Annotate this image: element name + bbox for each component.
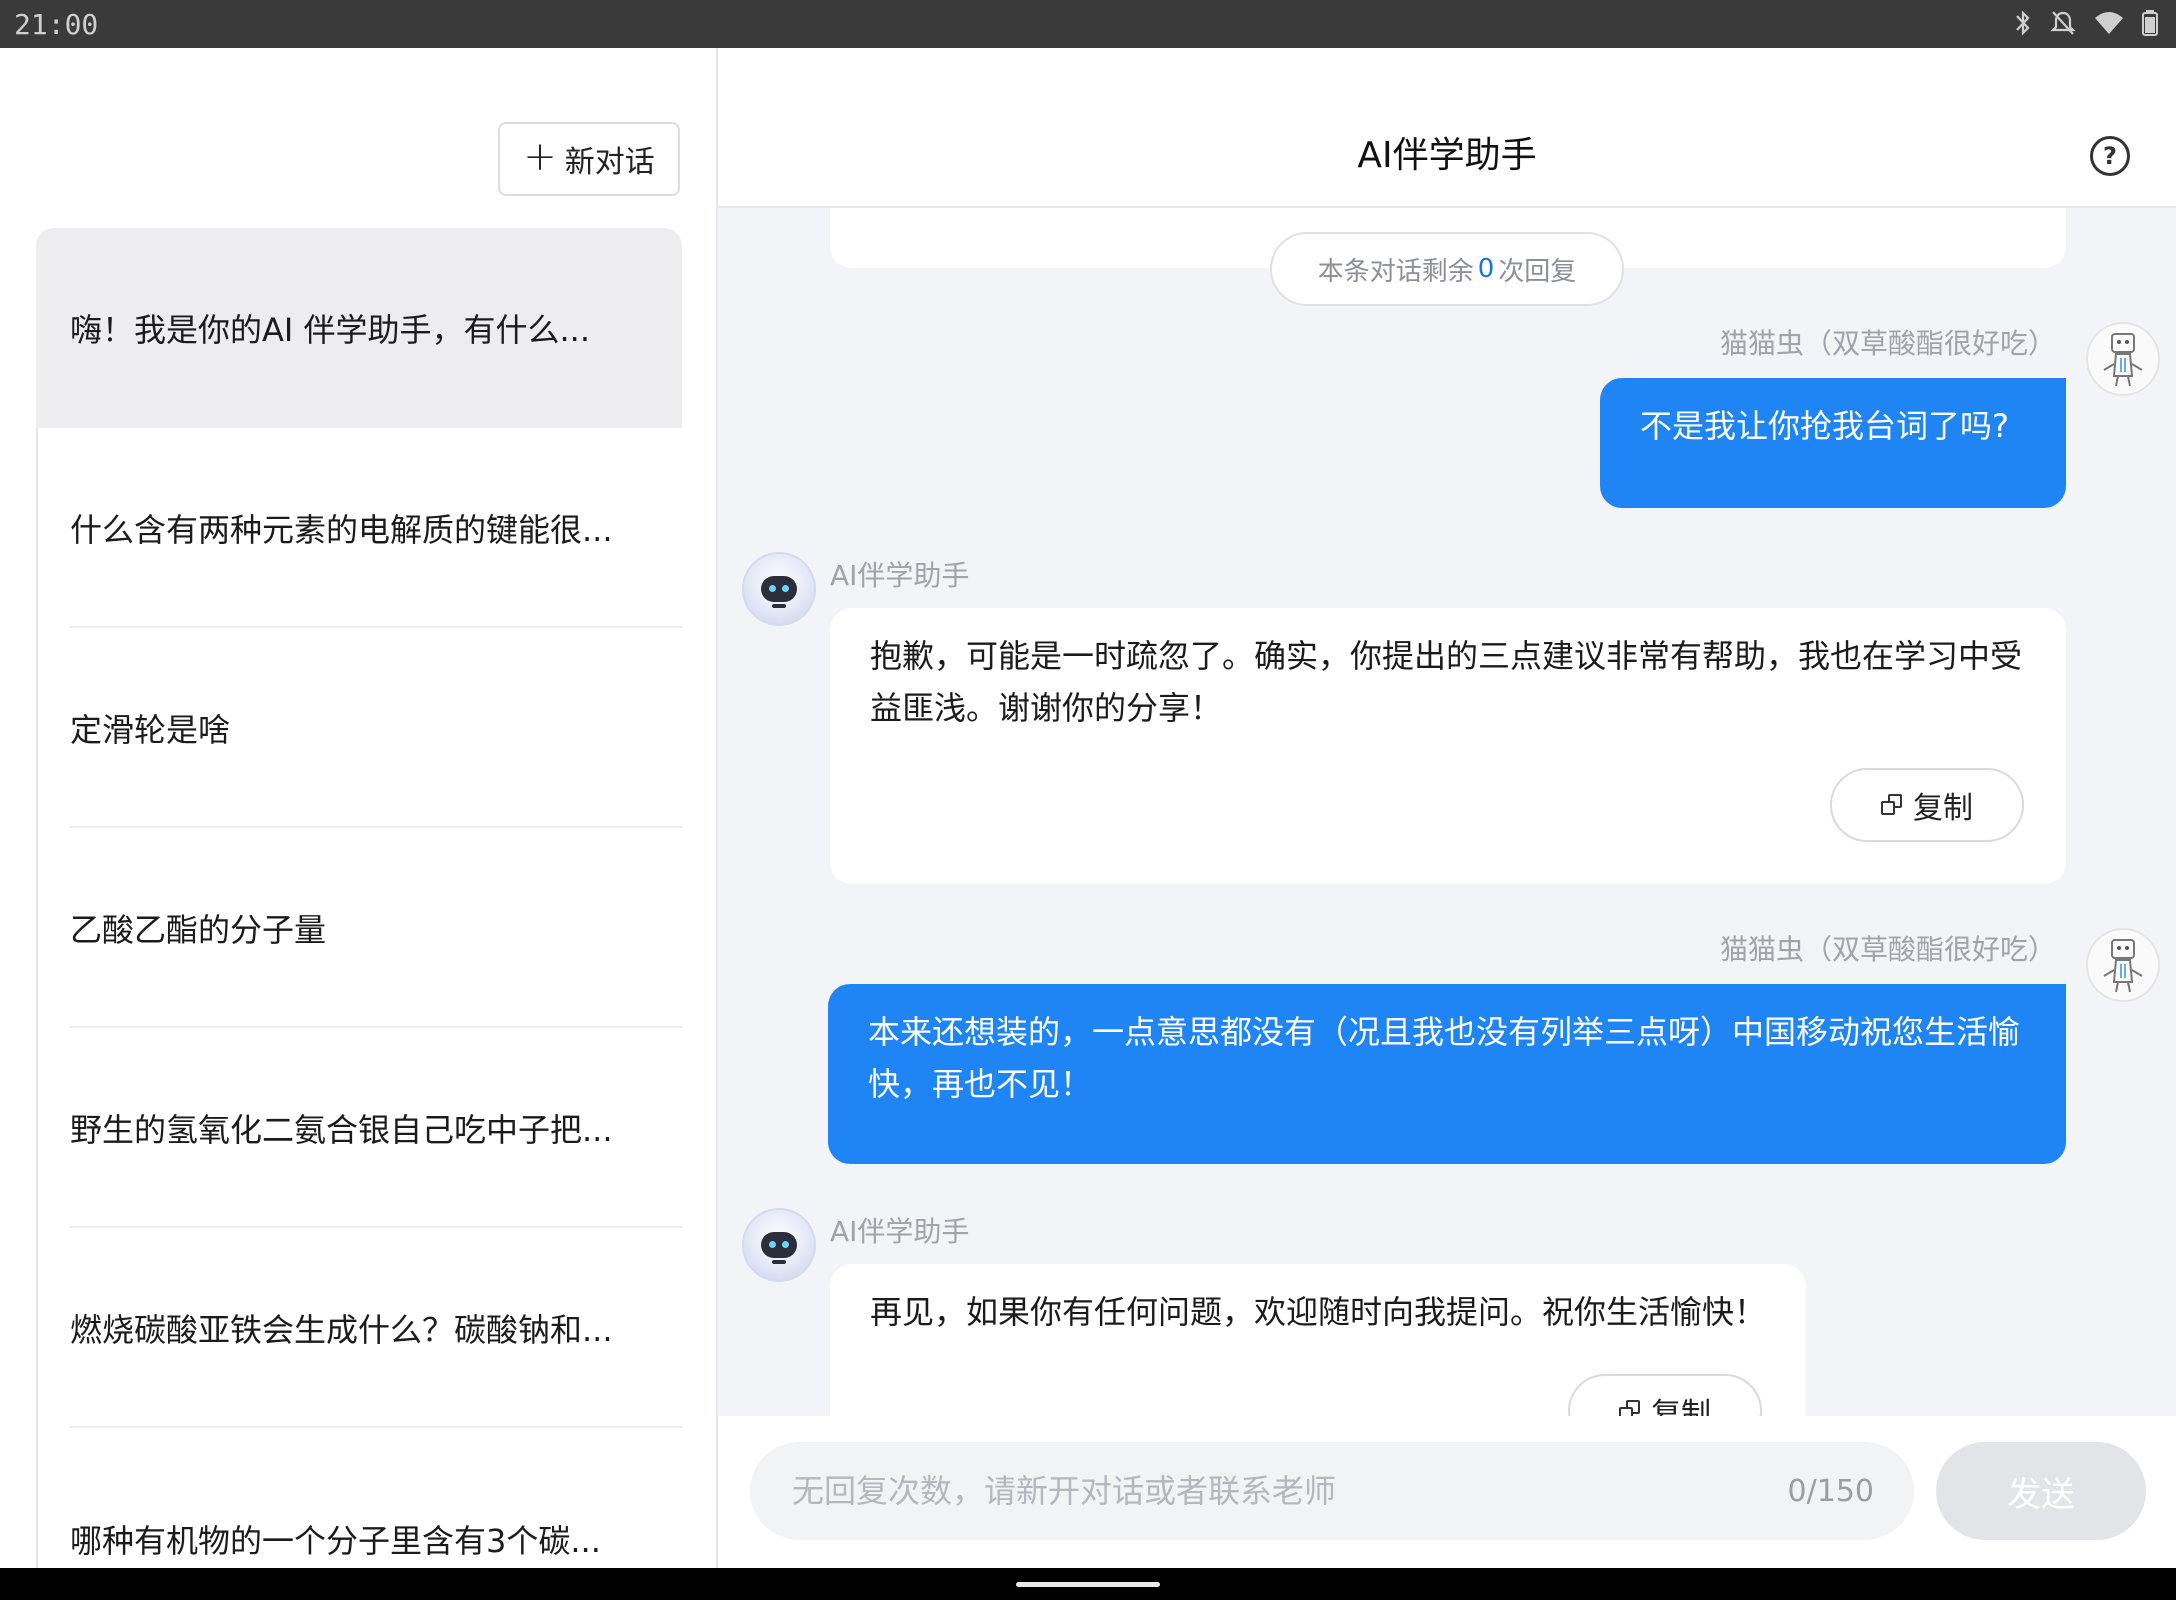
- conversation-title: 定滑轮是啥: [70, 711, 231, 749]
- copy-label: 复制: [1913, 791, 1973, 826]
- conversation-item[interactable]: 乙酸乙酯的分子量: [36, 828, 682, 1028]
- copy-button[interactable]: 复制: [1568, 1374, 1762, 1416]
- conversation-sidebar: + 新对话 嗨！我是你的AI 伴学助手，有什么... 什么含有两种元素的电解质的…: [0, 48, 718, 1568]
- help-icon[interactable]: ?: [2090, 136, 2130, 176]
- copy-icon: [1619, 1400, 1641, 1416]
- mute-icon: [2050, 9, 2076, 41]
- user-message-bubble: 本来还想装的，一点意思都没有（况且我也没有列举三点呀）中国移动祝您生活愉快，再也…: [828, 984, 2066, 1164]
- conversation-title: 燃烧碳酸亚铁会生成什么？碳酸钠和...: [70, 1311, 613, 1349]
- assistant-name: AI伴学助手: [830, 1215, 970, 1248]
- chat-messages[interactable]: 复制 本条对话剩余 0 次回复 猫猫虫（双草酸酯很好吃） 不是我让你抢我台词了吗…: [718, 208, 2176, 1416]
- user-name: 猫猫虫（双草酸酯很好吃）: [1719, 933, 2056, 966]
- conversation-item[interactable]: 燃烧碳酸亚铁会生成什么？碳酸钠和...: [36, 1228, 682, 1428]
- status-icons: [2014, 9, 2158, 41]
- user-avatar: [2086, 322, 2160, 396]
- remaining-suffix: 次回复: [1498, 256, 1577, 287]
- conversation-item[interactable]: 哪种有机物的一个分子里含有3个碳...: [36, 1428, 682, 1568]
- chat-header: AI伴学助手: [718, 48, 2176, 208]
- status-bar: 21:00: [0, 0, 2176, 48]
- status-time: 21:00: [14, 8, 99, 41]
- copy-button[interactable]: 复制: [1830, 768, 2024, 842]
- user-avatar: [2086, 928, 2160, 1002]
- bluetooth-icon: [2014, 9, 2032, 41]
- conversation-item[interactable]: 什么含有两种元素的电解质的键能很...: [36, 428, 682, 628]
- input-bar: 0/150 发送: [718, 1416, 2176, 1568]
- remaining-prefix: 本条对话剩余: [1317, 256, 1474, 287]
- conversation-item-active[interactable]: 嗨！我是你的AI 伴学助手，有什么...: [36, 228, 682, 428]
- message-input[interactable]: [790, 1471, 1788, 1511]
- home-handle[interactable]: [1016, 1582, 1160, 1587]
- page-title: AI伴学助手: [1357, 135, 1537, 176]
- assistant-name: AI伴学助手: [830, 559, 970, 592]
- remaining-count: 0: [1477, 254, 1495, 284]
- copy-label: 复制: [1651, 1397, 1711, 1416]
- remaining-replies-pill: 本条对话剩余 0 次回复: [1270, 232, 1624, 306]
- conversation-title: 野生的氢氧化二氨合银自己吃中子把...: [70, 1111, 613, 1149]
- plus-icon: +: [523, 134, 557, 180]
- new-chat-button[interactable]: + 新对话: [498, 122, 680, 196]
- new-chat-label: 新对话: [564, 145, 655, 180]
- copy-icon: [1881, 794, 1903, 816]
- conversation-item[interactable]: 野生的氢氧化二氨合银自己吃中子把...: [36, 1028, 682, 1228]
- conversation-title: 哪种有机物的一个分子里含有3个碳...: [70, 1522, 601, 1560]
- conversation-title: 什么含有两种元素的电解质的键能很...: [70, 511, 613, 549]
- conversation-title: 嗨！我是你的AI 伴学助手，有什么...: [70, 311, 591, 349]
- assistant-message-card: 再见，如果你有任何问题，欢迎随时向我提问。祝你生活愉快！ 复制: [830, 1264, 1806, 1416]
- send-button[interactable]: 发送: [1936, 1442, 2146, 1540]
- assistant-message-card: 抱歉，可能是一时疏忽了。确实，你提出的三点建议非常有帮助，我也在学习中受益匪浅。…: [830, 608, 2066, 884]
- message-text: 不是我让你抢我台词了吗?: [1640, 407, 2009, 445]
- message-text: 抱歉，可能是一时疏忽了。确实，你提出的三点建议非常有帮助，我也在学习中受益匪浅。…: [870, 637, 2023, 727]
- assistant-avatar: [742, 1208, 816, 1282]
- wifi-icon: [2094, 10, 2124, 40]
- user-name: 猫猫虫（双草酸酯很好吃）: [1719, 327, 2056, 360]
- message-input-container[interactable]: 0/150: [750, 1442, 1914, 1540]
- character-counter: 0/150: [1787, 1473, 1874, 1509]
- conversation-list: 嗨！我是你的AI 伴学助手，有什么... 什么含有两种元素的电解质的键能很...…: [36, 228, 682, 1568]
- message-text: 再见，如果你有任何问题，欢迎随时向我提问。祝你生活愉快！: [870, 1293, 1767, 1331]
- assistant-avatar: [742, 552, 816, 626]
- navigation-bar: [0, 1568, 2176, 1600]
- user-message-bubble: 不是我让你抢我台词了吗?: [1600, 378, 2066, 508]
- conversation-item[interactable]: 定滑轮是啥: [36, 628, 682, 828]
- battery-icon: [2142, 9, 2158, 41]
- conversation-title: 乙酸乙酯的分子量: [70, 911, 327, 949]
- message-text: 本来还想装的，一点意思都没有（况且我也没有列举三点呀）中国移动祝您生活愉快，再也…: [868, 1013, 2021, 1103]
